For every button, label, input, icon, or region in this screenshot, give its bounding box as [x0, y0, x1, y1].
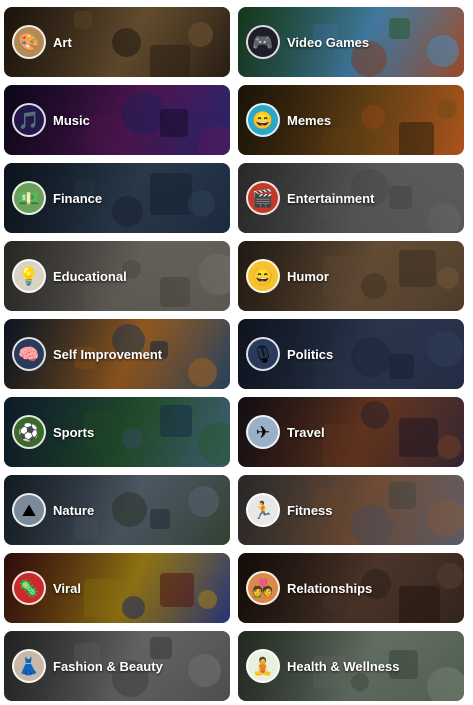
gamepad-icon: 🎮 [246, 25, 280, 59]
category-label: Sports [53, 424, 95, 440]
fashion-icon: 👗 [12, 649, 46, 683]
couple-icon: 💑 [246, 571, 280, 605]
category-card-music[interactable]: 🎵 Music [4, 85, 230, 155]
category-label: Memes [287, 112, 332, 128]
category-card-relationships[interactable]: 💑 Relationships [238, 553, 464, 623]
meme-face-icon: 😄 [246, 103, 280, 137]
category-label: Fashion & Beauty [53, 658, 163, 674]
category-label: Fitness [287, 502, 333, 518]
airplane-icon: ✈ [246, 415, 280, 449]
music-note-icon: 🎵 [12, 103, 46, 137]
laughing-face-icon: 😄 [246, 259, 280, 293]
palette-icon: 🎨 [12, 25, 46, 59]
growth-icon: 🧠 [12, 337, 46, 371]
category-card-fitness[interactable]: 🏃 Fitness [238, 475, 464, 545]
category-card-video-games[interactable]: 🎮 Video Games [238, 7, 464, 77]
category-card-entertainment[interactable]: 🎬 Entertainment [238, 163, 464, 233]
category-card-finance[interactable]: 💵 Finance [4, 163, 230, 233]
category-card-fashion-beauty[interactable]: 👗 Fashion & Beauty [4, 631, 230, 701]
category-label: Humor [287, 268, 329, 284]
category-label: Viral [53, 580, 81, 596]
money-icon: 💵 [12, 181, 46, 215]
category-card-humor[interactable]: 😄 Humor [238, 241, 464, 311]
category-card-travel[interactable]: ✈ Travel [238, 397, 464, 467]
category-card-self-improvement[interactable]: 🧠 Self Improvement [4, 319, 230, 389]
category-label: Music [53, 112, 90, 128]
category-label: Politics [287, 346, 334, 362]
category-card-educational[interactable]: 💡 Educational [4, 241, 230, 311]
category-grid: 🎨 Art 🎮 Video Games 🎵 Music 😄 Memes 💵 Finance 🎬 Ent… [0, 0, 473, 705]
category-label: Finance [53, 190, 103, 206]
category-card-nature[interactable]: ⛰ Nature [4, 475, 230, 545]
soccer-ball-icon: ⚽ [12, 415, 46, 449]
category-label: Educational [53, 268, 127, 284]
runner-icon: 🏃 [246, 493, 280, 527]
virus-icon: 🦠 [12, 571, 46, 605]
category-label: Nature [53, 502, 95, 518]
category-label: Entertainment [287, 190, 375, 206]
category-label: Self Improvement [53, 346, 163, 362]
category-card-politics[interactable]: 🎙 Politics [238, 319, 464, 389]
category-label: Health & Wellness [287, 658, 400, 674]
category-card-health-wellness[interactable]: 🧘 Health & Wellness [238, 631, 464, 701]
category-card-memes[interactable]: 😄 Memes [238, 85, 464, 155]
category-label: Travel [287, 424, 325, 440]
category-card-art[interactable]: 🎨 Art [4, 7, 230, 77]
category-label: Video Games [287, 34, 370, 50]
category-card-sports[interactable]: ⚽ Sports [4, 397, 230, 467]
lightbulb-icon: 💡 [12, 259, 46, 293]
category-label: Relationships [287, 580, 373, 596]
entertainment-icon: 🎬 [246, 181, 280, 215]
category-label: Art [53, 34, 72, 50]
politician-icon: 🎙 [246, 337, 280, 371]
category-card-viral[interactable]: 🦠 Viral [4, 553, 230, 623]
mountain-icon: ⛰ [12, 493, 46, 527]
meditation-icon: 🧘 [246, 649, 280, 683]
